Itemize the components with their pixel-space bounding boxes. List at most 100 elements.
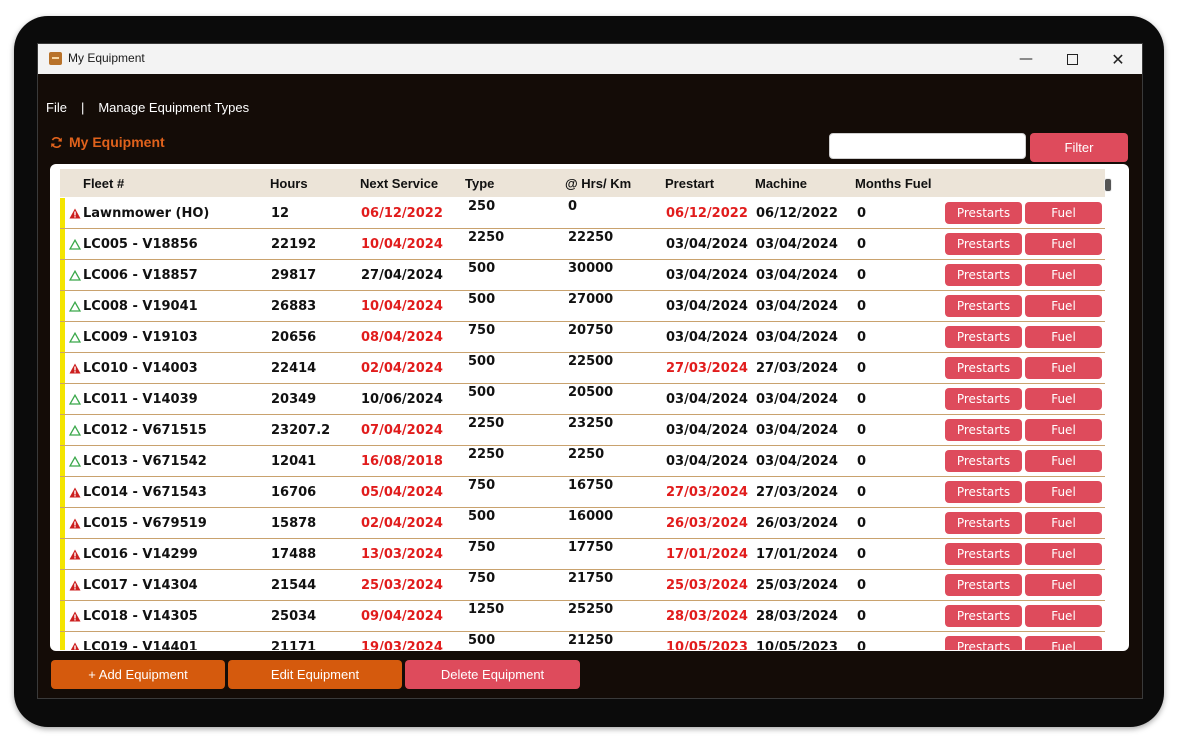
cell-machine: 06/12/2022 xyxy=(756,206,838,221)
edit-equipment-button[interactable]: Edit Equipment xyxy=(228,660,402,689)
cell-fleet: LC008 - V19041 xyxy=(83,299,198,314)
table-row[interactable]: LC009 - V19103 20656 08/04/2024 750 20750 03/… xyxy=(60,322,1105,353)
cell-next-service: 09/04/2024 xyxy=(361,609,443,624)
cell-at-hrs: 22250 xyxy=(568,230,614,245)
table-row[interactable]: LC008 - V19041 26883 10/04/2024 500 27000 03/… xyxy=(60,291,1105,322)
add-equipment-button[interactable]: + Add Equipment xyxy=(51,660,225,689)
table-row[interactable]: LC014 - V671543 16706 05/04/2024 750 16750 27… xyxy=(60,477,1105,508)
cell-type: 2250 xyxy=(468,230,505,245)
cell-machine: 25/03/2024 xyxy=(756,578,838,593)
prestarts-button[interactable]: Prestarts xyxy=(945,264,1022,286)
cell-fleet: LC005 - V18856 xyxy=(83,237,198,252)
cell-at-hrs: 20500 xyxy=(568,385,614,400)
table-row[interactable]: Lawnmower (HO) 12 06/12/2022 250 0 06/12/2022… xyxy=(60,198,1105,229)
fuel-button[interactable]: Fuel xyxy=(1025,326,1102,348)
fuel-button[interactable]: Fuel xyxy=(1025,419,1102,441)
filter-button[interactable]: Filter xyxy=(1030,133,1128,162)
cell-at-hrs: 16750 xyxy=(568,478,614,493)
fuel-button[interactable]: Fuel xyxy=(1025,450,1102,472)
col-type: Type xyxy=(465,176,495,191)
filter-input[interactable] xyxy=(829,133,1026,159)
cell-prestart: 03/04/2024 xyxy=(666,330,748,345)
cell-fleet: LC006 - V18857 xyxy=(83,268,198,283)
table-row[interactable]: LC015 - V679519 15878 02/04/2024 500 16000 26… xyxy=(60,508,1105,539)
table-row[interactable]: LC019 - V14401 21171 19/03/2024 500 21250 10/… xyxy=(60,632,1105,650)
fuel-button[interactable]: Fuel xyxy=(1025,605,1102,627)
prestarts-button[interactable]: Prestarts xyxy=(945,636,1022,650)
prestarts-button[interactable]: Prestarts xyxy=(945,605,1022,627)
prestarts-button[interactable]: Prestarts xyxy=(945,481,1022,503)
ok-icon xyxy=(69,332,81,343)
table-row[interactable]: LC013 - V671542 12041 16/08/2018 2250 2250 03… xyxy=(60,446,1105,477)
cell-hours: 16706 xyxy=(271,485,317,500)
cell-machine: 03/04/2024 xyxy=(756,330,838,345)
cell-machine: 03/04/2024 xyxy=(756,299,838,314)
table-row[interactable]: LC012 - V671515 23207.2 07/04/2024 2250 2325… xyxy=(60,415,1105,446)
fuel-button[interactable]: Fuel xyxy=(1025,202,1102,224)
table-row[interactable]: LC011 - V14039 20349 10/06/2024 500 20500 03/… xyxy=(60,384,1105,415)
cell-hours: 23207.2 xyxy=(271,423,331,438)
cell-hours: 22192 xyxy=(271,237,317,252)
scrollbar-thumb[interactable] xyxy=(1104,178,1112,192)
refresh-icon[interactable] xyxy=(50,136,63,149)
table-row[interactable]: LC016 - V14299 17488 13/03/2024 750 17750 17/… xyxy=(60,539,1105,570)
table-row[interactable]: LC006 - V18857 29817 27/04/2024 500 30000 03/… xyxy=(60,260,1105,291)
table-row[interactable]: LC010 - V14003 22414 02/04/2024 500 22500 27/… xyxy=(60,353,1105,384)
cell-fleet: LC014 - V671543 xyxy=(83,485,207,500)
cell-type: 750 xyxy=(468,540,496,555)
fuel-button[interactable]: Fuel xyxy=(1025,264,1102,286)
prestarts-button[interactable]: Prestarts xyxy=(945,326,1022,348)
fuel-button[interactable]: Fuel xyxy=(1025,295,1102,317)
cell-machine: 26/03/2024 xyxy=(756,516,838,531)
cell-months-fuel: 0 xyxy=(857,299,867,314)
fuel-button[interactable]: Fuel xyxy=(1025,233,1102,255)
ok-icon xyxy=(69,456,81,467)
fuel-button[interactable]: Fuel xyxy=(1025,636,1102,650)
cell-hours: 22414 xyxy=(271,361,317,376)
cell-fleet: Lawnmower (HO) xyxy=(83,206,210,221)
table-row[interactable]: LC018 - V14305 25034 09/04/2024 1250 25250 28… xyxy=(60,601,1105,632)
fuel-button[interactable]: Fuel xyxy=(1025,574,1102,596)
fuel-button[interactable]: Fuel xyxy=(1025,388,1102,410)
prestarts-button[interactable]: Prestarts xyxy=(945,419,1022,441)
cell-prestart: 03/04/2024 xyxy=(666,299,748,314)
cell-at-hrs: 27000 xyxy=(568,292,614,307)
title-bar[interactable]: My Equipment — ✕ xyxy=(38,44,1142,74)
close-button[interactable]: ✕ xyxy=(1095,44,1141,74)
prestarts-button[interactable]: Prestarts xyxy=(945,233,1022,255)
app-icon xyxy=(49,52,62,65)
prestarts-button[interactable]: Prestarts xyxy=(945,202,1022,224)
cell-at-hrs: 0 xyxy=(568,199,578,214)
prestarts-button[interactable]: Prestarts xyxy=(945,574,1022,596)
prestarts-button[interactable]: Prestarts xyxy=(945,543,1022,565)
prestarts-button[interactable]: Prestarts xyxy=(945,388,1022,410)
table-row[interactable]: LC005 - V18856 22192 10/04/2024 2250 22250 03… xyxy=(60,229,1105,260)
cell-months-fuel: 0 xyxy=(857,516,867,531)
fuel-button[interactable]: Fuel xyxy=(1025,512,1102,534)
cell-fleet: LC016 - V14299 xyxy=(83,547,198,562)
cell-fleet: LC009 - V19103 xyxy=(83,330,198,345)
delete-equipment-button[interactable]: Delete Equipment xyxy=(405,660,580,689)
table-row[interactable]: LC017 - V14304 21544 25/03/2024 750 21750 25/… xyxy=(60,570,1105,601)
row-marker xyxy=(60,632,65,650)
minimize-button[interactable]: — xyxy=(1003,44,1049,74)
prestarts-button[interactable]: Prestarts xyxy=(945,357,1022,379)
prestarts-button[interactable]: Prestarts xyxy=(945,295,1022,317)
ok-icon xyxy=(69,239,81,250)
fuel-button[interactable]: Fuel xyxy=(1025,357,1102,379)
maximize-button[interactable] xyxy=(1049,44,1095,74)
prestarts-button[interactable]: Prestarts xyxy=(945,450,1022,472)
menu-file[interactable]: File xyxy=(46,100,67,115)
row-marker xyxy=(60,198,65,228)
ok-icon xyxy=(69,394,81,405)
cell-prestart: 17/01/2024 xyxy=(666,547,748,562)
prestarts-button[interactable]: Prestarts xyxy=(945,512,1022,534)
cell-type: 250 xyxy=(468,199,496,214)
fuel-button[interactable]: Fuel xyxy=(1025,481,1102,503)
cell-fleet: LC010 - V14003 xyxy=(83,361,198,376)
cell-months-fuel: 0 xyxy=(857,609,867,624)
menu-manage-equipment-types[interactable]: Manage Equipment Types xyxy=(98,100,249,115)
ok-icon xyxy=(69,270,81,281)
row-marker xyxy=(60,508,65,538)
fuel-button[interactable]: Fuel xyxy=(1025,543,1102,565)
